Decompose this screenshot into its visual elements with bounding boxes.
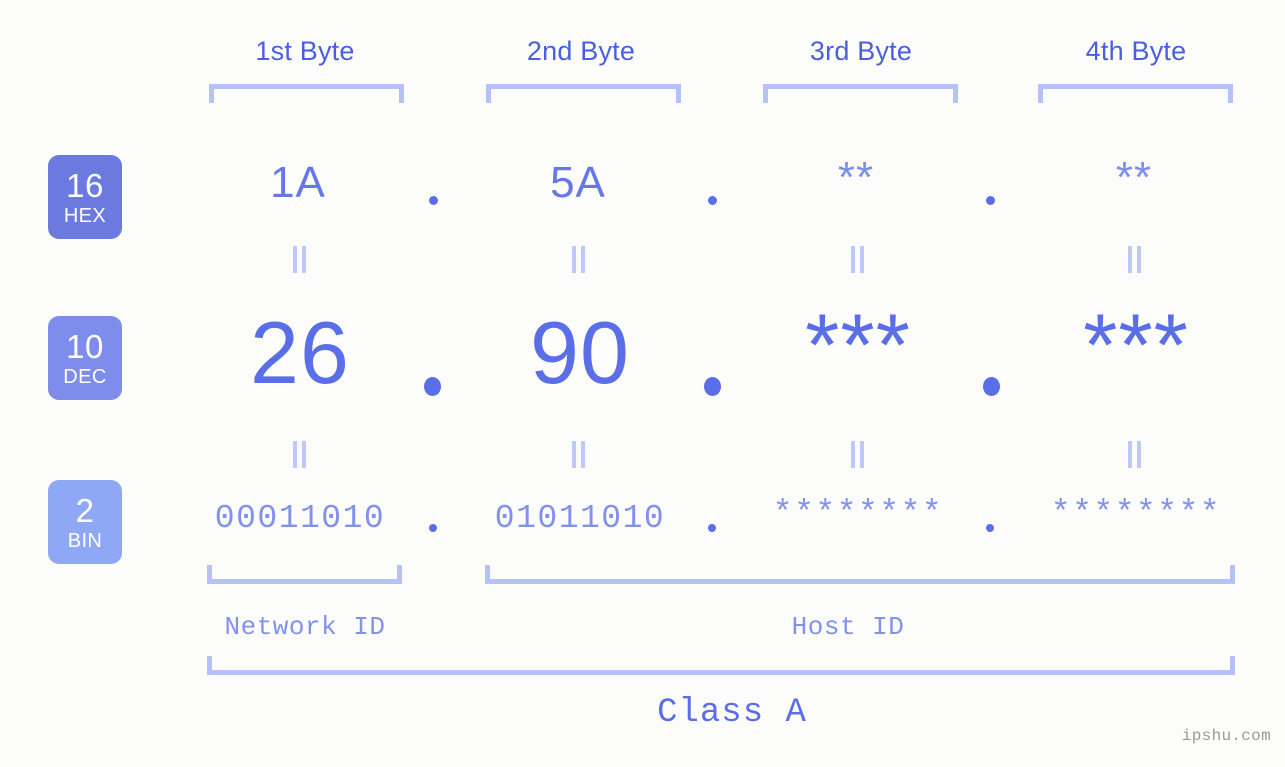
byte-header-4: 4th Byte <box>1085 36 1187 66</box>
byte-bracket-top-4 <box>1038 84 1233 103</box>
equals-mark-hex-dec-3 <box>851 246 865 273</box>
hex-separator-dot-1 <box>429 196 438 205</box>
hex-separator-dot-3 <box>986 196 995 205</box>
base-badge-bin-name: BIN <box>67 529 103 552</box>
equals-mark-dec-bin-4 <box>1128 441 1142 468</box>
hex-byte-1: 1A <box>270 158 326 207</box>
bin-separator-dot-2 <box>708 524 716 532</box>
class-label: Class A <box>657 694 807 732</box>
equals-mark-hex-dec-4 <box>1128 246 1142 273</box>
dec-byte-4: *** <box>1083 295 1189 394</box>
dec-separator-dot-3 <box>983 377 1000 396</box>
dec-byte-1: 26 <box>250 303 350 402</box>
base-badge-bin: 2 BIN <box>48 480 122 564</box>
byte-bracket-top-3 <box>763 84 958 103</box>
dec-separator-dot-2 <box>704 377 721 396</box>
equals-mark-dec-bin-3 <box>851 441 865 468</box>
network-id-bracket <box>207 565 402 584</box>
class-bracket <box>207 656 1235 675</box>
base-badge-dec: 10 DEC <box>48 316 122 400</box>
byte-header-3: 3rd Byte <box>809 36 913 66</box>
equals-mark-dec-bin-1 <box>293 441 307 468</box>
host-id-label: Host ID <box>791 612 905 642</box>
hex-byte-2: 5A <box>550 158 606 207</box>
equals-mark-dec-bin-2 <box>572 441 586 468</box>
hex-separator-dot-2 <box>708 196 717 205</box>
byte-bracket-top-1 <box>209 84 404 103</box>
hex-byte-4: ** <box>1115 153 1153 202</box>
dec-byte-3: *** <box>805 295 911 394</box>
byte-header-1: 1st Byte <box>255 36 355 66</box>
equals-mark-hex-dec-2 <box>572 246 586 273</box>
base-badge-hex-name: HEX <box>63 204 107 227</box>
bin-byte-4: ******** <box>1050 495 1222 532</box>
byte-bracket-top-2 <box>486 84 681 103</box>
hex-byte-3: ** <box>837 153 875 202</box>
bin-byte-3: ******** <box>772 495 944 532</box>
base-badge-dec-name: DEC <box>63 365 107 388</box>
byte-header-2: 2nd Byte <box>526 36 636 66</box>
base-badge-dec-number: 10 <box>66 327 104 365</box>
dec-byte-2: 90 <box>530 303 630 402</box>
network-id-label: Network ID <box>224 612 386 642</box>
bin-byte-2: 01011010 <box>494 500 666 537</box>
bin-separator-dot-1 <box>429 524 437 532</box>
site-watermark: ipshu.com <box>1181 727 1271 745</box>
base-badge-hex: 16 HEX <box>48 155 122 239</box>
bin-byte-1: 00011010 <box>214 500 386 537</box>
bin-separator-dot-3 <box>986 524 994 532</box>
dec-separator-dot-1 <box>424 377 441 396</box>
equals-mark-hex-dec-1 <box>293 246 307 273</box>
base-badge-hex-number: 16 <box>66 166 104 204</box>
ip-breakdown-diagram: 1st Byte 2nd Byte 3rd Byte 4th Byte 16 H… <box>0 0 1285 767</box>
host-id-bracket <box>485 565 1235 584</box>
base-badge-bin-number: 2 <box>75 491 95 529</box>
